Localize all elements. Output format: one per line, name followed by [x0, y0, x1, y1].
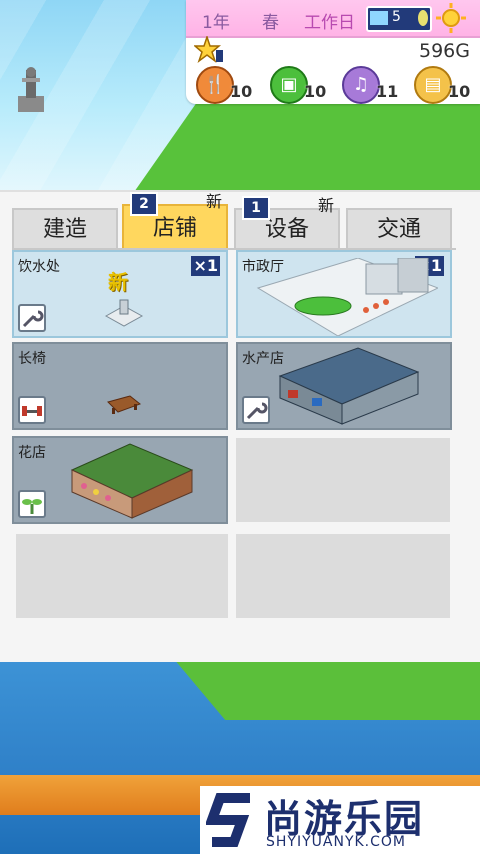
empty-slot	[16, 534, 228, 618]
dumbbell-icon	[18, 396, 46, 424]
fountain-art	[104, 299, 144, 327]
city-hall-art	[256, 258, 438, 336]
new-tag: 新	[205, 192, 222, 211]
money-counter: 596G	[419, 40, 470, 62]
date-bar: 1年 春 工作日 5	[186, 0, 480, 38]
tab-build[interactable]: 建造	[12, 208, 118, 248]
island-land	[174, 660, 480, 720]
tab-label: 店铺	[152, 216, 197, 241]
build-panel: 建造 2 店铺 新 1 设备 新 交通 饮水处 新 ×1 市政厅 新	[0, 190, 480, 662]
watermark-banner: 尚游乐园 SHYIYUANYK.COM	[200, 786, 480, 854]
tab-transport[interactable]: 交通	[346, 208, 452, 248]
entertainment-stat: ♫ 11	[342, 66, 402, 104]
season-label: 春	[262, 13, 279, 33]
music-note-icon: ♫	[352, 74, 370, 95]
item-name: 花店	[18, 445, 46, 461]
food-stat: 🍴 10	[196, 66, 256, 104]
shopping-stat: ▣ 10	[270, 66, 330, 104]
new-count-badge: 1	[242, 196, 270, 220]
status-hud: 1年 春 工作日 5 596G 🍴 10 ▣ 10 ♫ 11 ▤ 10	[186, 0, 480, 104]
star-rank-icon[interactable]	[194, 36, 224, 64]
flower-shop-art	[70, 443, 194, 519]
item-name: 饮水处	[18, 259, 60, 275]
tab-label: 建造	[42, 217, 87, 242]
daytime-icon	[370, 11, 388, 25]
new-count-badge: 2	[130, 192, 158, 216]
statue-icon	[18, 67, 44, 112]
tab-shops[interactable]: 2 店铺 新	[122, 192, 228, 248]
sprout-icon	[18, 490, 46, 518]
wrench-icon	[242, 396, 270, 424]
item-name: 长椅	[18, 351, 46, 367]
wrench-icon	[18, 304, 46, 332]
item-flower-shop[interactable]: 花店	[12, 436, 228, 524]
empty-slot	[236, 534, 450, 618]
workday-label: 工作日	[304, 13, 355, 33]
moon-icon	[418, 10, 428, 26]
watermark-url: SHYIYUANYK.COM	[266, 834, 406, 850]
day-number: 5	[392, 9, 401, 25]
shopping-bag-icon: ▣	[280, 74, 298, 95]
watermark-logo-icon	[206, 793, 250, 847]
tab-facilities[interactable]: 1 设备 新	[234, 196, 340, 248]
empty-slot	[236, 438, 450, 522]
bench-art	[107, 395, 142, 414]
tab-label: 交通	[376, 217, 421, 242]
fish-shop-art	[278, 347, 420, 425]
new-tag: 新	[317, 196, 334, 215]
box-icon: ▤	[424, 74, 442, 95]
goods-stat: ▤ 10	[414, 66, 474, 104]
goods-value: 10	[448, 82, 471, 101]
tab-label: 设备	[264, 217, 309, 242]
entertainment-value: 11	[376, 82, 399, 101]
item-fish-shop[interactable]: 水产店	[236, 342, 452, 430]
year-label: 1年	[202, 13, 230, 33]
item-drinking-fountain[interactable]: 饮水处 新 ×1	[12, 250, 228, 338]
quantity-badge: ×1	[191, 256, 220, 276]
day-indicator: 5	[366, 6, 432, 32]
shopping-value: 10	[304, 82, 327, 101]
fork-knife-icon: 🍴	[203, 74, 227, 95]
food-value: 10	[230, 82, 253, 101]
category-tabs: 建造 2 店铺 新 1 设备 新 交通	[12, 192, 456, 248]
item-city-hall[interactable]: 市政厅 新 ×1	[236, 250, 452, 338]
item-bench[interactable]: 长椅	[12, 342, 228, 430]
sun-icon	[436, 3, 466, 33]
new-tag: 新	[108, 270, 128, 294]
